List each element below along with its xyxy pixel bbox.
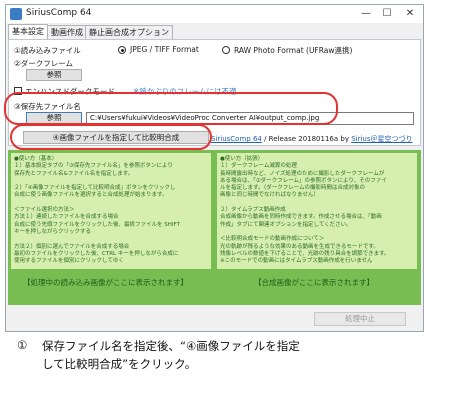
window-title: SiriusComp 64 xyxy=(26,8,92,18)
app-window: SiriusComp 64 — ☐ ✕ 基本設定 動画作成 静止画合成オプション… xyxy=(5,4,424,332)
app-site-link[interactable]: SiriusComp 64 xyxy=(211,135,262,143)
tab-basic-settings[interactable]: 基本設定 xyxy=(8,24,48,39)
instruction-line-2: して比較明合成”をクリック。 xyxy=(42,357,197,371)
help-basic-pane: ●使い方（基本） １）基本設定タブの「③保存先ファイル名」を参照ボタンにより 保… xyxy=(11,153,211,269)
raw-radio[interactable] xyxy=(222,46,230,54)
highlight-compose-button xyxy=(10,124,212,150)
instruction-number: ① xyxy=(17,338,28,352)
help-basic-text: ●使い方（基本） １）基本設定タブの「③保存先ファイル名」を参照ボタンにより 保… xyxy=(14,156,180,265)
read-file-heading: ①読み込みファイル xyxy=(14,46,81,55)
dark-frame-browse-button[interactable]: 参照 xyxy=(26,69,82,81)
maximize-icon[interactable]: ☐ xyxy=(379,6,395,22)
tab-bar: 基本設定 動画作成 静止画合成オプション xyxy=(6,24,423,39)
preview-area: ●使い方（基本） １）基本設定タブの「③保存先ファイル名」を参照ボタンにより 保… xyxy=(8,150,421,305)
version-line: SiriusComp 64 / Release 20180116a by Sir… xyxy=(211,134,413,144)
close-icon[interactable]: ✕ xyxy=(402,6,418,22)
title-bar: SiriusComp 64 — ☐ ✕ xyxy=(6,5,423,23)
highlight-save-file xyxy=(4,92,338,125)
raw-radio-label[interactable]: RAW Photo Format (UFRaw連携) xyxy=(234,45,352,56)
release-text: / Release 20180116a by xyxy=(261,135,352,143)
output-image-placeholder: 【合成画像がここに表示されます】 xyxy=(254,278,374,287)
dark-frame-heading: ②ダークフレーム xyxy=(14,59,73,68)
minimize-icon[interactable]: — xyxy=(358,6,374,22)
tab-video[interactable]: 動画作成 xyxy=(47,25,87,39)
jpeg-radio-label[interactable]: JPEG / TIFF Format xyxy=(130,45,199,54)
author-link[interactable]: Sirius＠星空つづり xyxy=(351,135,412,143)
help-extended-text: ●使い方（拡張） １）ダークフレーム減算の処理 長時間露出時など、ノイズ処理のた… xyxy=(220,156,390,265)
tab-still-options[interactable]: 静止画合成オプション xyxy=(85,25,173,39)
stop-processing-button[interactable]: 処理中止 xyxy=(314,312,406,326)
input-image-placeholder: 【処理中の読み込み画像がここに表示されます】 xyxy=(23,278,188,287)
jpeg-radio[interactable] xyxy=(118,46,126,54)
help-extended-pane: ●使い方（拡張） １）ダークフレーム減算の処理 長時間露出時など、ノイズ処理のた… xyxy=(217,153,417,269)
instruction-line-1: 保存ファイル名を指定後、“④画像ファイルを指定 xyxy=(42,339,300,353)
app-icon xyxy=(10,8,22,20)
